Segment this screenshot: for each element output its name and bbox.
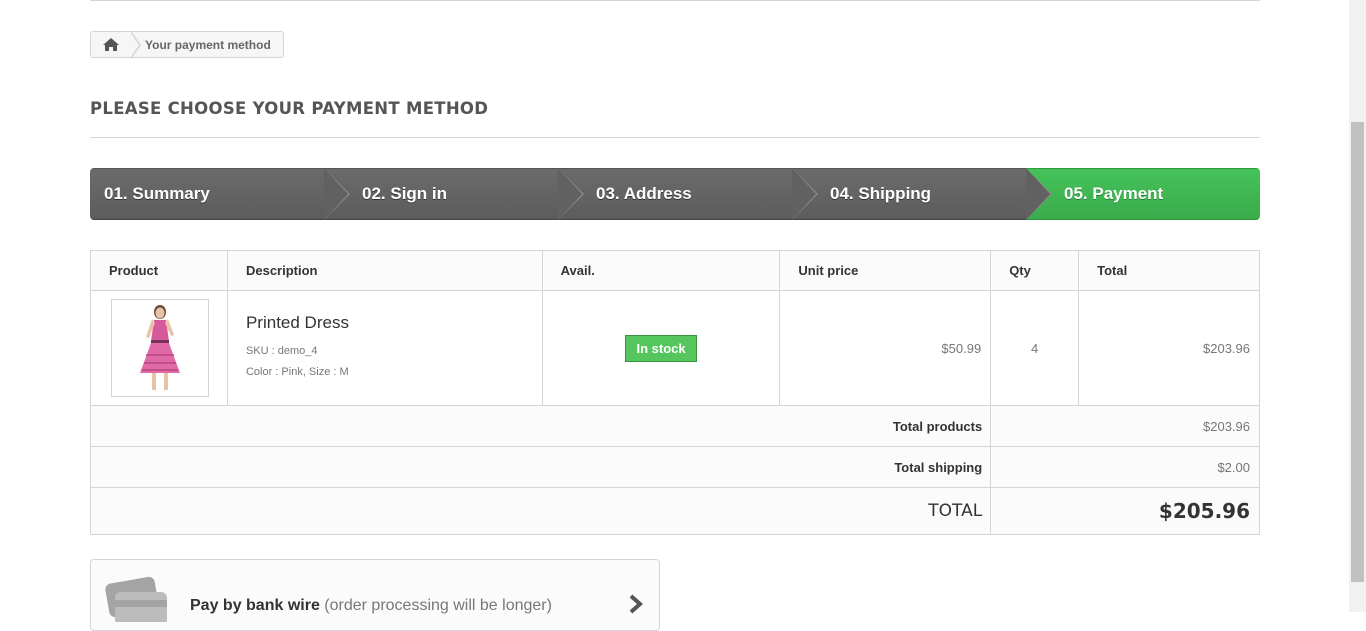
page-content: Your payment method PLEASE CHOOSE YOUR P… (89, 0, 1260, 631)
in-stock-badge: In stock (625, 334, 697, 362)
grand-total-value: $205.96 (990, 487, 1260, 535)
breadcrumb: Your payment method (90, 31, 284, 59)
column-header-product: Product (90, 250, 228, 291)
bank-card-icon (105, 576, 167, 622)
column-header-availability: Avail. (541, 250, 781, 291)
total-shipping-value: $2.00 (990, 446, 1260, 488)
total-shipping-label: Total shipping (89, 446, 992, 488)
home-icon (103, 38, 119, 51)
page-title: PLEASE CHOOSE YOUR PAYMENT METHOD (90, 99, 1260, 138)
product-image-cell (90, 290, 228, 406)
step-address[interactable]: 03. Address (558, 168, 818, 220)
breadcrumb-separator (130, 31, 141, 59)
pay-by-bank-wire-option[interactable]: Pay by bank wire (order processing will … (90, 559, 660, 631)
dress-product-image (140, 305, 180, 390)
checkout-steps: 01. Summary 02. Sign in 03. Address 04. … (90, 168, 1260, 220)
table-header-row: Product Description Avail. Unit price Qt… (90, 250, 1260, 291)
table-row: Printed Dress SKU : demo_4 Color : Pink,… (90, 290, 1260, 406)
total-products-value: $203.96 (990, 405, 1260, 447)
payment-option-text: Pay by bank wire (order processing will … (190, 597, 552, 615)
product-image-link[interactable] (111, 299, 209, 397)
step-label: 04. Shipping (830, 184, 932, 203)
cart-summary-table: Product Description Avail. Unit price Qt… (89, 250, 1260, 535)
column-header-description: Description (226, 250, 543, 291)
scrollbar-thumb[interactable] (1351, 122, 1364, 582)
description-cell: Printed Dress SKU : demo_4 Color : Pink,… (226, 290, 543, 406)
breadcrumb-current: Your payment method (145, 37, 271, 52)
step-payment: 05. Payment (1026, 168, 1260, 220)
page-scrollbar[interactable] (1349, 0, 1366, 612)
step-summary[interactable]: 01. Summary (90, 168, 350, 220)
column-header-unit-price: Unit price (779, 250, 992, 291)
payment-option-title: Pay by bank wire (190, 597, 320, 614)
step-sign-in[interactable]: 02. Sign in (324, 168, 584, 220)
grand-total-label: TOTAL (89, 487, 992, 535)
top-divider (90, 0, 1260, 1)
product-sku: SKU : demo_4 (245, 345, 318, 357)
availability-cell: In stock (541, 290, 781, 406)
breadcrumb-home-link[interactable] (91, 32, 131, 57)
total-products-row: Total products $203.96 (89, 405, 1260, 447)
step-shipping[interactable]: 04. Shipping (792, 168, 1052, 220)
step-label: 01. Summary (104, 184, 210, 203)
total-products-label: Total products (89, 405, 992, 447)
column-header-qty: Qty (990, 250, 1080, 291)
chevron-right-icon (629, 594, 643, 614)
total-shipping-row: Total shipping $2.00 (89, 446, 1260, 488)
unit-price: $50.99 (779, 290, 992, 406)
grand-total-row: TOTAL $205.96 (89, 487, 1260, 535)
quantity: 4 (990, 290, 1080, 406)
step-label: 05. Payment (1064, 184, 1164, 203)
line-total: $203.96 (1078, 290, 1260, 406)
step-label: 02. Sign in (362, 184, 448, 203)
product-attributes-link[interactable]: Color : Pink, Size : M (246, 362, 541, 383)
product-name-link[interactable]: Printed Dress (246, 313, 541, 333)
step-label: 03. Address (596, 184, 692, 203)
column-header-total: Total (1078, 250, 1260, 291)
payment-option-note: (order processing will be longer) (324, 597, 552, 614)
